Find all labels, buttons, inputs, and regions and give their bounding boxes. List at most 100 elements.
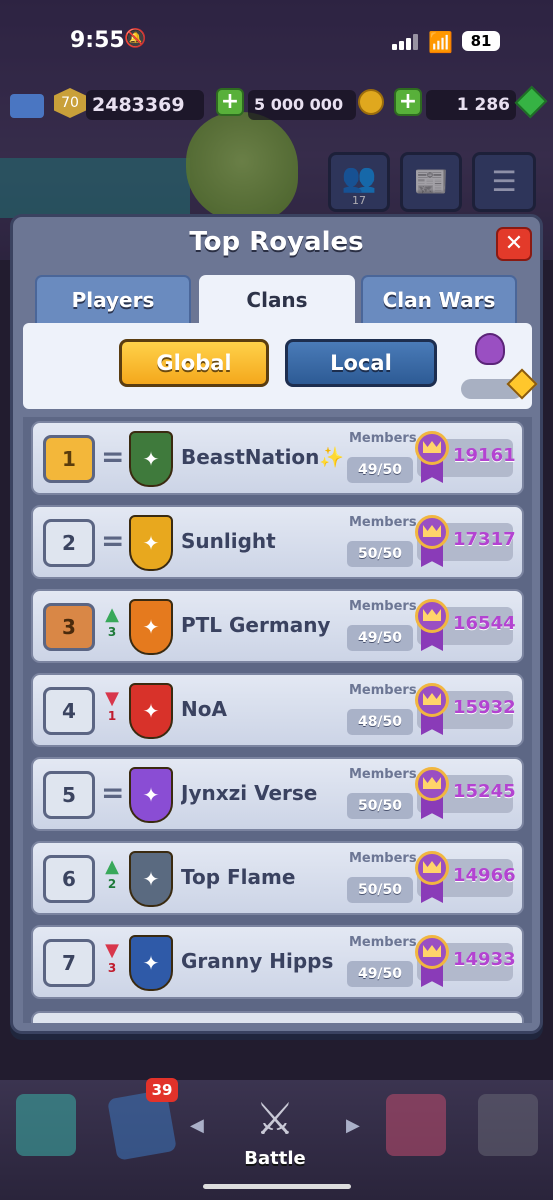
clan-badge-icon: ✦ bbox=[129, 851, 173, 907]
no-change-icon: = bbox=[101, 524, 125, 557]
laurel-sword-icon bbox=[477, 1094, 538, 1156]
gem-icon bbox=[514, 85, 548, 119]
clan-badge-icon: ✦ bbox=[129, 767, 173, 823]
bell-muted-icon: 🔕 bbox=[124, 28, 147, 49]
clan-row[interactable]: 4 ▼ 1 ✦ NoA Members 48/50 15932 bbox=[31, 673, 524, 747]
clan-trophy-icon bbox=[415, 599, 449, 651]
leaderboard-tabs: Players Clans Clan Wars bbox=[35, 275, 525, 327]
clan-row[interactable]: 1 = ✦ BeastNation✨ Members 49/50 19161 bbox=[31, 421, 524, 495]
nav-events[interactable] bbox=[462, 1080, 553, 1178]
members-label: Members bbox=[349, 851, 417, 866]
clan-trophies: 14966 bbox=[453, 865, 516, 886]
signal-icon bbox=[392, 34, 420, 50]
trophy-count: 2483369 bbox=[86, 90, 204, 120]
rank-change: = bbox=[101, 773, 125, 819]
rank-change: = bbox=[101, 521, 125, 567]
clan-row[interactable]: 3 ▲ 3 ✦ PTL Germany Members 49/50 16544 bbox=[31, 589, 524, 663]
tab-clans[interactable]: Clans bbox=[199, 275, 355, 327]
close-button[interactable]: ✕ bbox=[496, 227, 532, 261]
rank-badge: 1 bbox=[43, 435, 95, 483]
rank-change-value: 2 bbox=[107, 877, 117, 891]
gold-count: 5 000 000 bbox=[248, 90, 356, 120]
rank-change: ▼ 3 bbox=[101, 941, 123, 987]
clan-row[interactable]: 6 ▲ 2 ✦ Top Flame Members 50/50 14966 bbox=[31, 841, 524, 915]
members-count: 50/50 bbox=[347, 541, 413, 567]
members-label: Members bbox=[349, 935, 417, 950]
clan-badge-icon: ✦ bbox=[129, 683, 173, 739]
status-bar: 9:55 🔕 📶 81 bbox=[0, 0, 553, 80]
rank-change: = bbox=[101, 437, 125, 483]
rank-change: ▲ 3 bbox=[101, 605, 123, 651]
clan-shield-icon bbox=[386, 1094, 446, 1156]
arrow-up-icon: ▲ bbox=[105, 856, 119, 877]
members-count: 50/50 bbox=[347, 877, 413, 903]
top-royales-modal: Top Royales ✕ Players Clans Clan Wars Gl… bbox=[10, 214, 543, 1034]
arrow-down-icon: ▼ bbox=[105, 688, 119, 709]
arrow-up-icon: ▲ bbox=[105, 604, 119, 625]
rank-change-value: 1 bbox=[107, 709, 117, 723]
clan-trophy-icon bbox=[415, 431, 449, 483]
cards-notification-badge: 39 bbox=[146, 1078, 178, 1102]
members-label: Members bbox=[349, 431, 417, 446]
battery-indicator: 81 bbox=[462, 31, 500, 51]
close-icon: ✕ bbox=[504, 231, 524, 256]
clan-badge-icon: ✦ bbox=[129, 431, 173, 487]
modal-title: Top Royales bbox=[189, 227, 364, 257]
clan-trophies: 16544 bbox=[453, 613, 516, 634]
tab-players[interactable]: Players bbox=[35, 275, 191, 325]
level-badge: 70 bbox=[54, 88, 86, 118]
local-button[interactable]: Local bbox=[285, 339, 437, 387]
clan-trophies: 14933 bbox=[453, 949, 516, 970]
clan-row[interactable]: 5 = ✦ Jynxzi Verse Members 50/50 15245 bbox=[31, 757, 524, 831]
rank-badge: 6 bbox=[43, 855, 95, 903]
clan-badge-icon: ✦ bbox=[129, 515, 173, 571]
clock: 9:55 bbox=[70, 28, 125, 53]
buy-gems-button[interactable]: + bbox=[394, 88, 422, 116]
rank-change-value: 3 bbox=[107, 961, 117, 975]
global-button[interactable]: Global bbox=[119, 339, 269, 387]
wifi-icon: 📶 bbox=[428, 30, 453, 54]
clan-row[interactable]: 2 = ✦ Sunlight Members 50/50 17317 bbox=[31, 505, 524, 579]
rank-change: ▼ 1 bbox=[101, 689, 123, 735]
buy-gold-button[interactable]: + bbox=[216, 88, 244, 116]
bottom-nav: ⚔ Battle bbox=[0, 1080, 553, 1200]
home-indicator bbox=[203, 1184, 351, 1189]
rank-change: ▲ 2 bbox=[101, 857, 123, 903]
clan-list[interactable]: 1 = ✦ BeastNation✨ Members 49/50 19161 2 = ✦ Sunli… bbox=[23, 417, 532, 1023]
nav-shop[interactable] bbox=[0, 1080, 92, 1178]
clan-trophy-icon bbox=[415, 767, 449, 819]
gold-coin-icon bbox=[358, 89, 384, 115]
clan-trophy-icon bbox=[415, 935, 449, 987]
members-count: 49/50 bbox=[347, 625, 413, 651]
gem-count: 1 286 bbox=[426, 90, 516, 120]
filter-panel: Global Local bbox=[23, 323, 538, 409]
clan-trophy-icon bbox=[415, 515, 449, 567]
chest-icon bbox=[16, 1094, 76, 1156]
clan-trophies: 17317 bbox=[453, 529, 516, 550]
rank-badge: 3 bbox=[43, 603, 95, 651]
members-label: Members bbox=[349, 599, 417, 614]
clan-trophies: 19161 bbox=[453, 445, 516, 466]
no-change-icon: = bbox=[101, 440, 125, 473]
members-count: 50/50 bbox=[347, 793, 413, 819]
members-label: Members bbox=[349, 515, 417, 530]
resource-bar: 70 2483369 + 5 000 000 + 1 286 bbox=[0, 85, 553, 124]
clan-badge-icon: ✦ bbox=[129, 935, 173, 991]
clan-row[interactable]: 7 ▼ 3 ✦ Granny Hipps Members 49/50 14933 bbox=[31, 925, 524, 999]
battle-label: Battle bbox=[244, 1148, 306, 1169]
medal-icon bbox=[475, 333, 505, 365]
nav-clan[interactable] bbox=[370, 1080, 462, 1178]
clan-trophies: 15245 bbox=[453, 781, 516, 802]
members-count: 49/50 bbox=[347, 457, 413, 483]
rank-change-value: 3 bbox=[107, 625, 117, 639]
left-arrow-icon[interactable]: ◀ bbox=[190, 1115, 204, 1136]
clan-trophy-icon bbox=[415, 683, 449, 735]
crown-icon bbox=[10, 94, 44, 118]
no-change-icon: = bbox=[101, 776, 125, 809]
nav-battle[interactable]: ⚔ Battle bbox=[200, 1080, 350, 1178]
members-count: 49/50 bbox=[347, 961, 413, 987]
clan-trophies: 15932 bbox=[453, 697, 516, 718]
right-arrow-icon[interactable]: ▶ bbox=[346, 1115, 360, 1136]
rank-badge: 4 bbox=[43, 687, 95, 735]
tab-clan-wars[interactable]: Clan Wars bbox=[361, 275, 517, 325]
